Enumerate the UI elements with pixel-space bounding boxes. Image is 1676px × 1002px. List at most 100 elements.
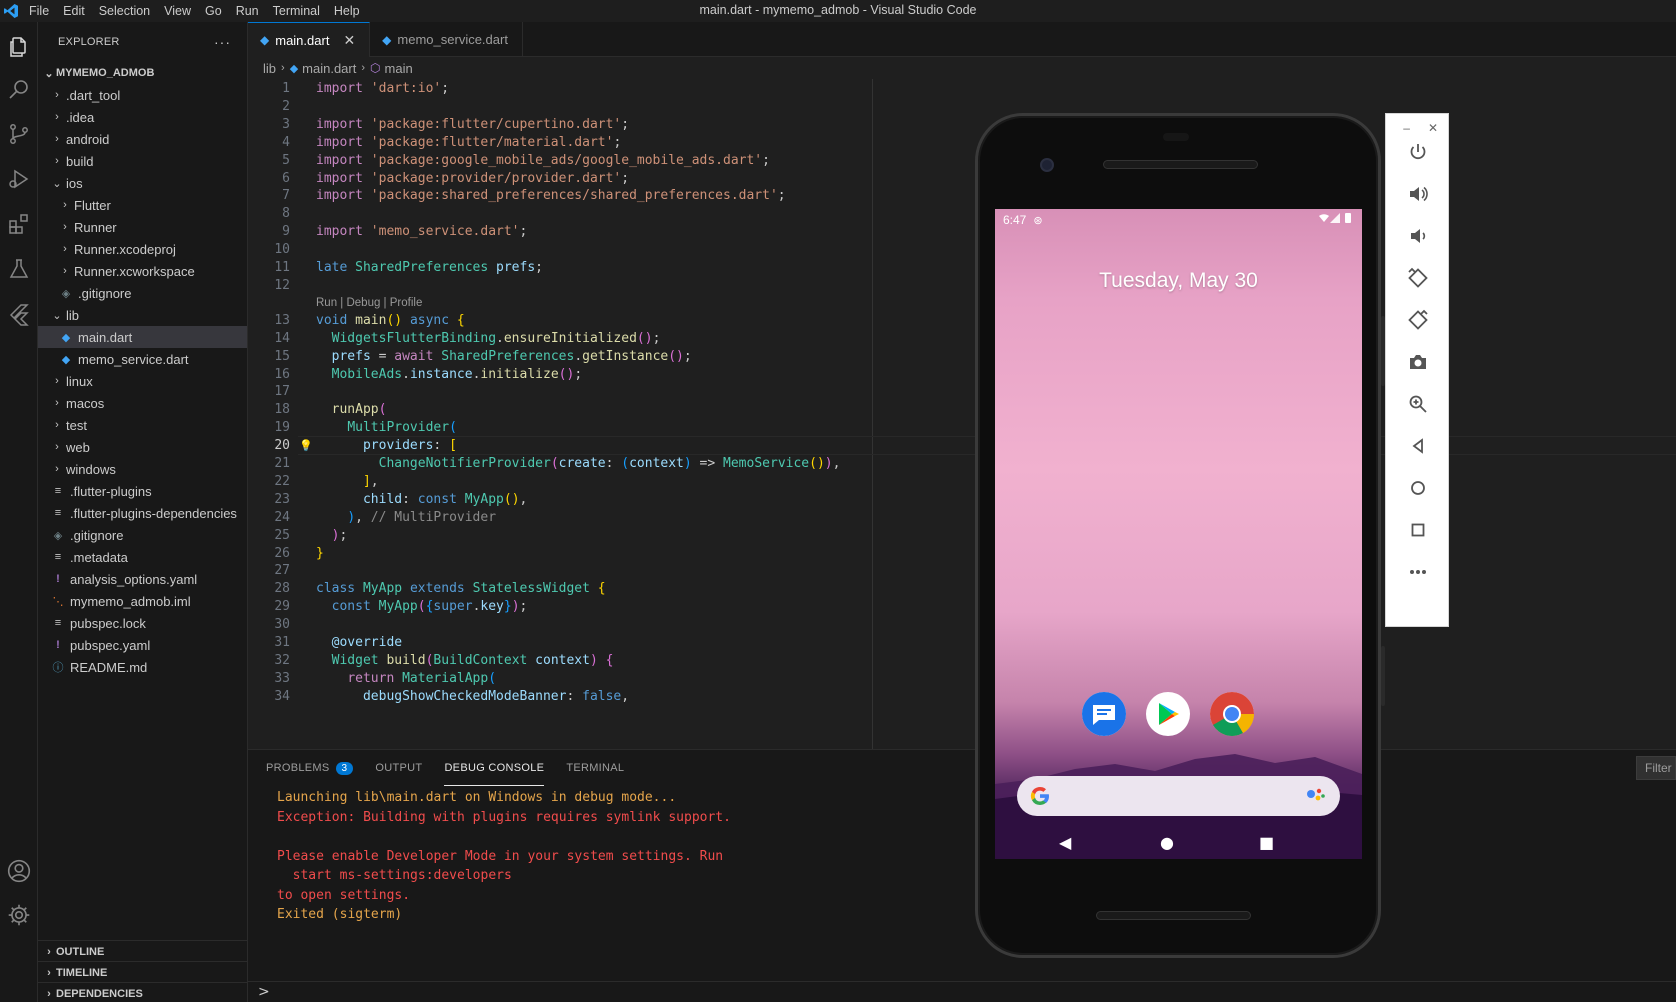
panel-tab-output[interactable]: OUTPUT (375, 750, 422, 786)
code-token: ; (762, 152, 770, 168)
run-debug-icon[interactable] (2, 162, 36, 196)
code-line: 17 (248, 382, 1676, 401)
power-icon[interactable] (1404, 138, 1432, 166)
phone-screen[interactable]: 6:47 ⊛ Tuesday, May 30 ◀ ● ■ (995, 209, 1362, 859)
tree-item-build[interactable]: › build (38, 150, 247, 172)
tree-item-android[interactable]: › android (38, 128, 247, 150)
chrome-icon[interactable] (1210, 692, 1254, 736)
panel-tab-debug-console[interactable]: DEBUG CONSOLE (444, 750, 545, 786)
search-icon[interactable] (2, 72, 36, 106)
code-token: ) (347, 509, 356, 525)
rotate-right-icon[interactable] (1404, 306, 1432, 334)
tree-item-gitignore[interactable]: ◈ .gitignore (38, 524, 247, 546)
source-control-icon[interactable] (2, 117, 36, 151)
chevron-right-icon: › (63, 243, 67, 255)
line-number: 21 (274, 456, 290, 471)
breadcrumb-item[interactable]: main.dart (302, 61, 356, 76)
tree-item-flutter[interactable]: › Flutter (38, 194, 247, 216)
tree-item-mymemo-admob-iml[interactable]: ⋱ mymemo_admob.iml (38, 590, 247, 612)
breadcrumb-item[interactable]: main (385, 61, 413, 76)
timeline-section[interactable]: › TIMELINE (38, 961, 248, 983)
menu-help[interactable]: Help (327, 4, 367, 18)
play-store-icon[interactable] (1146, 692, 1190, 736)
google-assistant-icon[interactable] (1306, 787, 1326, 807)
code-text: ChangeNotifierProvider(create: (context)… (316, 454, 841, 473)
console-prompt[interactable]: > (258, 984, 270, 1000)
minimize-icon[interactable]: – (1403, 121, 1410, 135)
tree-item-pubspec-lock[interactable]: ≡ pubspec.lock (38, 612, 247, 634)
menu-view[interactable]: View (157, 4, 198, 18)
home-icon[interactable] (1404, 474, 1432, 502)
nav-home-icon[interactable]: ● (1160, 833, 1174, 852)
tree-item-pubspec-yaml[interactable]: ! pubspec.yaml (38, 634, 247, 656)
google-search-bar[interactable] (1017, 776, 1340, 816)
menu-terminal[interactable]: Terminal (266, 4, 327, 18)
dependencies-section[interactable]: › DEPENDENCIES (38, 982, 248, 1002)
overview-icon[interactable] (1404, 516, 1432, 544)
back-icon[interactable] (1404, 432, 1432, 460)
tree-item-flutter-plugins-dependencies[interactable]: ≡ .flutter-plugins-dependencies (38, 502, 247, 524)
close-icon[interactable]: ✕ (1428, 121, 1438, 135)
tree-item-memo-service-dart[interactable]: ◆ memo_service.dart (38, 348, 247, 370)
tree-item-runner[interactable]: › Runner (38, 216, 247, 238)
volume-down-icon[interactable] (1404, 222, 1432, 250)
more-icon[interactable] (1404, 558, 1432, 586)
panel-tab-problems[interactable]: PROBLEMS 3 (266, 750, 354, 786)
tree-item-lib[interactable]: ⌄ lib (38, 304, 247, 326)
volume-up-icon[interactable] (1404, 180, 1432, 208)
tree-item-ios[interactable]: ⌄ ios (38, 172, 247, 194)
tree-item-runner-xcodeproj[interactable]: › Runner.xcodeproj (38, 238, 247, 260)
messages-icon[interactable] (1082, 692, 1126, 736)
account-icon[interactable] (2, 854, 36, 888)
menu-selection[interactable]: Selection (92, 4, 157, 18)
tree-item-analysis-options-yaml[interactable]: ! analysis_options.yaml (38, 568, 247, 590)
tree-item-test[interactable]: › test (38, 414, 247, 436)
tree-item-dart-tool[interactable]: › .dart_tool (38, 84, 247, 106)
tree-item-main-dart[interactable]: ◆ main.dart (38, 326, 247, 348)
code-token: { (605, 652, 614, 668)
lightbulb-icon[interactable]: 💡 (299, 436, 313, 455)
tree-item-macos[interactable]: › macos (38, 392, 247, 414)
outline-section[interactable]: › OUTLINE (38, 940, 248, 962)
more-actions-icon[interactable]: ··· (214, 34, 231, 50)
tree-item-windows[interactable]: › windows (38, 458, 247, 480)
nav-overview-icon[interactable]: ■ (1259, 833, 1274, 852)
testing-icon[interactable] (2, 252, 36, 286)
close-icon[interactable]: ✕ (343, 32, 355, 49)
nav-back-icon[interactable]: ◀ (1059, 833, 1071, 852)
tree-item-idea[interactable]: › .idea (38, 106, 247, 128)
tree-item-readme-md[interactable]: ⓘ README.md (38, 656, 247, 678)
flutter-icon[interactable] (2, 297, 36, 331)
tab-main-dart[interactable]: ◆ main.dart ✕ (248, 22, 371, 57)
rotate-left-icon[interactable] (1404, 264, 1432, 292)
tree-item-metadata[interactable]: ≡ .metadata (38, 546, 247, 568)
tree-item-gitignore[interactable]: ◈ .gitignore (38, 282, 247, 304)
manage-gear-icon[interactable] (2, 898, 36, 932)
tree-item-linux[interactable]: › linux (38, 370, 247, 392)
chevron-right-icon: › (47, 966, 51, 979)
menu-go[interactable]: Go (198, 4, 229, 18)
code-editor[interactable]: 1 import 'dart:io'; 2 3 import 'package:flut… (248, 79, 1676, 749)
menu-file[interactable]: File (22, 4, 56, 18)
code-token: main (355, 312, 387, 328)
workspace-root[interactable]: ⌄ MYMEMO_ADMOB (38, 62, 247, 84)
tree-item-flutter-plugins[interactable]: ≡ .flutter-plugins (38, 480, 247, 502)
sync-status-icon: ⊛ (1033, 214, 1043, 227)
tree-item-label: android (66, 131, 110, 147)
tree-item-runner-xcworkspace[interactable]: › Runner.xcworkspace (38, 260, 247, 282)
extensions-icon[interactable] (2, 207, 36, 241)
breadcrumb-item[interactable]: lib (263, 61, 276, 76)
camera-icon[interactable] (1404, 348, 1432, 376)
panel-tab-terminal[interactable]: TERMINAL (566, 750, 624, 786)
explorer-title: EXPLORER (58, 36, 120, 48)
tree-item-web[interactable]: › web (38, 436, 247, 458)
zoom-icon[interactable] (1404, 390, 1432, 418)
code-token: 'package:flutter/material.dart' (370, 134, 614, 150)
filter-input[interactable]: Filter (1636, 756, 1676, 780)
explorer-icon[interactable] (2, 30, 36, 64)
line-number: 4 (282, 134, 290, 150)
menu-edit[interactable]: Edit (56, 4, 92, 18)
tab-memo-service-dart[interactable]: ◆ memo_service.dart (370, 22, 523, 57)
menu-run[interactable]: Run (229, 4, 266, 18)
code-token: late (316, 260, 356, 275)
